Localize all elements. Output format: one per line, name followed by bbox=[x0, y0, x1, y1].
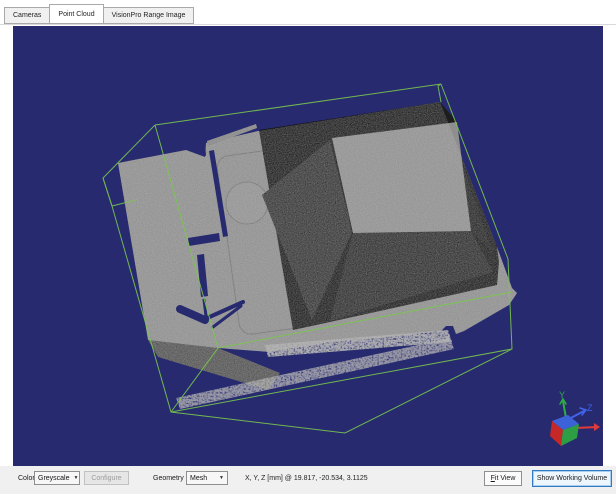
tab-cameras[interactable]: Cameras bbox=[4, 7, 51, 24]
geometry-label: Geometry bbox=[153, 475, 184, 482]
chevron-down-icon: ▼ bbox=[73, 475, 79, 481]
configure-button-label: Configure bbox=[91, 474, 122, 482]
color-dropdown[interactable]: Greyscale ▼ bbox=[34, 471, 80, 485]
tab-visionpro-range-image[interactable]: VisionPro Range Image bbox=[102, 7, 195, 24]
show-working-volume-button[interactable]: Show Working Volume bbox=[532, 470, 612, 487]
y-axis-label: Y bbox=[559, 390, 565, 400]
geometry-dropdown-value: Mesh bbox=[190, 474, 208, 482]
tabstrip-divider bbox=[0, 24, 616, 25]
chevron-down-icon: ▼ bbox=[219, 475, 224, 481]
z-axis-label: Z bbox=[587, 403, 593, 413]
fit-view-button[interactable]: Fit View bbox=[484, 471, 522, 486]
point-cloud-viewer-window: Cameras Point Cloud VisionPro Range Imag… bbox=[0, 0, 616, 502]
color-dropdown-value: Greyscale bbox=[38, 474, 70, 482]
viewer-toolbar: Color Greyscale ▼ Configure Geometry Mes… bbox=[0, 466, 616, 494]
tab-bar: Cameras Point Cloud VisionPro Range Imag… bbox=[4, 4, 195, 24]
tab-point-cloud[interactable]: Point Cloud bbox=[49, 4, 104, 24]
show-working-volume-label: Show Working Volume bbox=[536, 475, 608, 482]
point-cloud-scene: Y Z X bbox=[13, 26, 603, 466]
x-axis-label: X bbox=[602, 423, 603, 433]
color-label: Color bbox=[18, 475, 35, 482]
point-cloud-3d-viewport[interactable]: Y Z X bbox=[13, 26, 603, 466]
cursor-coordinates-readout: X, Y, Z [mm] @ 19.817, -20.534, 3.1125 bbox=[245, 475, 368, 482]
fit-view-label-rest: it View bbox=[494, 475, 516, 482]
configure-button[interactable]: Configure bbox=[84, 471, 129, 485]
geometry-dropdown[interactable]: Mesh ▼ bbox=[186, 471, 228, 485]
